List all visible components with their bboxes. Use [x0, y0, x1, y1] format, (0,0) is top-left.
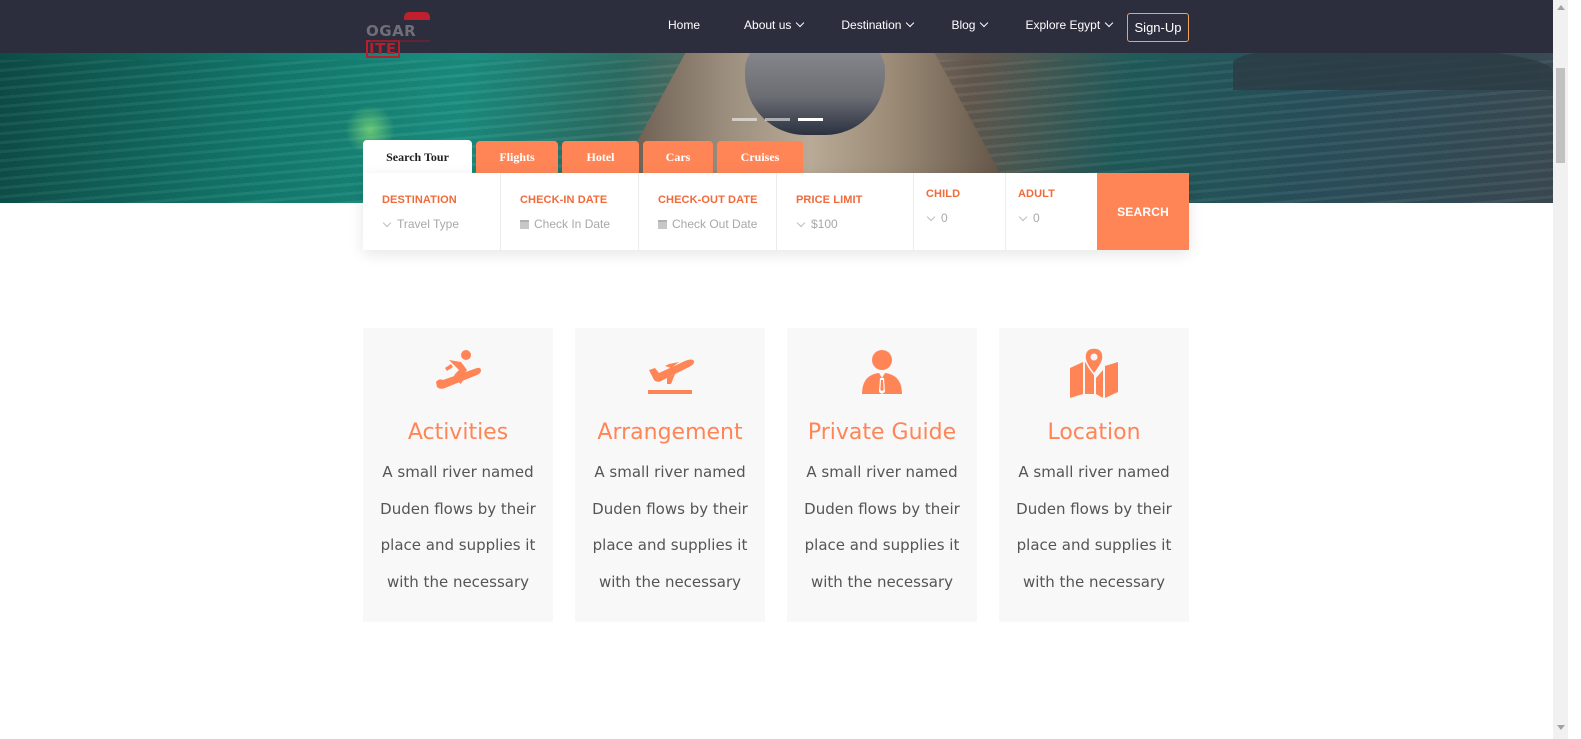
tab-search-tour[interactable]: Search Tour: [363, 140, 472, 174]
service-description: A small river named Duden flows by their…: [592, 463, 748, 592]
check-in-input[interactable]: Check In Date: [534, 217, 610, 231]
destination-field[interactable]: DESTINATION Travel Type: [363, 173, 501, 250]
search-button[interactable]: SEARCH: [1097, 173, 1189, 250]
destination-select[interactable]: Travel Type: [397, 217, 459, 231]
adult-field[interactable]: ADULT 0: [1006, 173, 1097, 250]
plane-departure-icon: [648, 359, 695, 394]
field-label: DESTINATION: [382, 194, 457, 206]
service-title: Location: [1047, 420, 1141, 445]
service-title: Arrangement: [597, 420, 743, 445]
scroll-down-arrow-icon[interactable]: [1557, 725, 1565, 730]
chevron-down-icon: [980, 18, 989, 28]
field-label: PRICE LIMIT: [796, 194, 863, 206]
slider-dot-active[interactable]: [798, 118, 823, 121]
nav-label: Home: [668, 18, 701, 32]
nav-label: Blog: [951, 18, 976, 32]
services-section: Activities A small river named Duden flo…: [363, 328, 1189, 622]
scrollbar-thumb[interactable]: [1556, 68, 1565, 163]
signup-button[interactable]: Sign-Up: [1127, 13, 1189, 42]
service-card-arrangement[interactable]: Arrangement A small river named Duden fl…: [575, 328, 765, 622]
price-limit-select[interactable]: $100: [811, 217, 838, 231]
slider-dots: [732, 118, 823, 121]
nav-explore-egypt[interactable]: Explore Egypt: [1025, 18, 1114, 32]
tab-cruises[interactable]: Cruises: [717, 141, 803, 174]
search-tabs: Search Tour Flights Hotel Cars Cruises: [363, 140, 803, 174]
chevron-down-icon: [1018, 212, 1028, 221]
tab-flights[interactable]: Flights: [476, 141, 558, 174]
tab-hotel[interactable]: Hotel: [562, 141, 639, 174]
tab-cars[interactable]: Cars: [643, 141, 713, 174]
field-label: ADULT: [1018, 188, 1055, 200]
child-select[interactable]: 0: [941, 211, 948, 225]
nav-home[interactable]: Home: [668, 18, 700, 32]
adult-select[interactable]: 0: [1033, 211, 1040, 225]
child-field[interactable]: CHILD 0: [914, 173, 1006, 250]
search-form: DESTINATION Travel Type CHECK-IN DATE Ch…: [363, 173, 1189, 250]
slider-dot[interactable]: [732, 118, 757, 121]
service-title: Activities: [407, 420, 509, 445]
service-title: Private Guide: [807, 420, 957, 445]
main-nav: Home About us Destination Blog Explore E…: [668, 18, 1114, 32]
check-out-field[interactable]: CHECK-OUT DATE Check Out Date: [639, 173, 777, 250]
field-label: CHECK-OUT DATE: [658, 194, 758, 206]
service-description: A small river named Duden flows by their…: [804, 463, 960, 592]
chevron-down-icon: [796, 218, 806, 227]
map-location-icon: [1070, 348, 1118, 398]
guide-person-icon: [862, 350, 902, 394]
chevron-down-icon: [1104, 18, 1114, 28]
field-label: CHILD: [926, 188, 961, 200]
service-card-location[interactable]: Location A small river named Duden flows…: [999, 328, 1189, 622]
snowboarder-icon: [436, 350, 481, 389]
logo[interactable]: OGARITE: [366, 12, 434, 58]
top-navbar: OGARITE Home About us Destination Blog E…: [0, 0, 1553, 58]
nav-label: Destination: [841, 18, 902, 32]
page: OGARITE Home About us Destination Blog E…: [0, 0, 1581, 739]
nav-about-us[interactable]: About us: [744, 18, 805, 32]
check-in-field[interactable]: CHECK-IN DATE Check In Date: [501, 173, 639, 250]
slider-dot[interactable]: [765, 118, 790, 121]
service-description: A small river named Duden flows by their…: [380, 463, 536, 592]
nav-destination[interactable]: Destination: [841, 18, 915, 32]
nav-label: Explore Egypt: [1025, 18, 1101, 32]
service-card-activities[interactable]: Activities A small river named Duden flo…: [363, 328, 553, 622]
page-scrollbar[interactable]: [1553, 0, 1568, 739]
calendar-icon: [520, 219, 529, 229]
service-card-private-guide[interactable]: Private Guide A small river named Duden …: [787, 328, 977, 622]
chevron-down-icon: [906, 18, 915, 28]
price-limit-field[interactable]: PRICE LIMIT $100: [777, 173, 914, 250]
chevron-down-icon: [382, 218, 392, 227]
chevron-down-icon: [796, 18, 805, 28]
logo-car-icon: [404, 12, 430, 20]
nav-blog[interactable]: Blog: [951, 18, 989, 32]
calendar-icon: [658, 219, 667, 229]
check-out-input[interactable]: Check Out Date: [672, 217, 757, 231]
field-label: CHECK-IN DATE: [520, 194, 608, 206]
chevron-down-icon: [926, 212, 936, 221]
nav-label: About us: [744, 18, 792, 32]
scroll-up-arrow-icon[interactable]: [1557, 5, 1565, 10]
service-description: A small river named Duden flows by their…: [1016, 463, 1172, 592]
